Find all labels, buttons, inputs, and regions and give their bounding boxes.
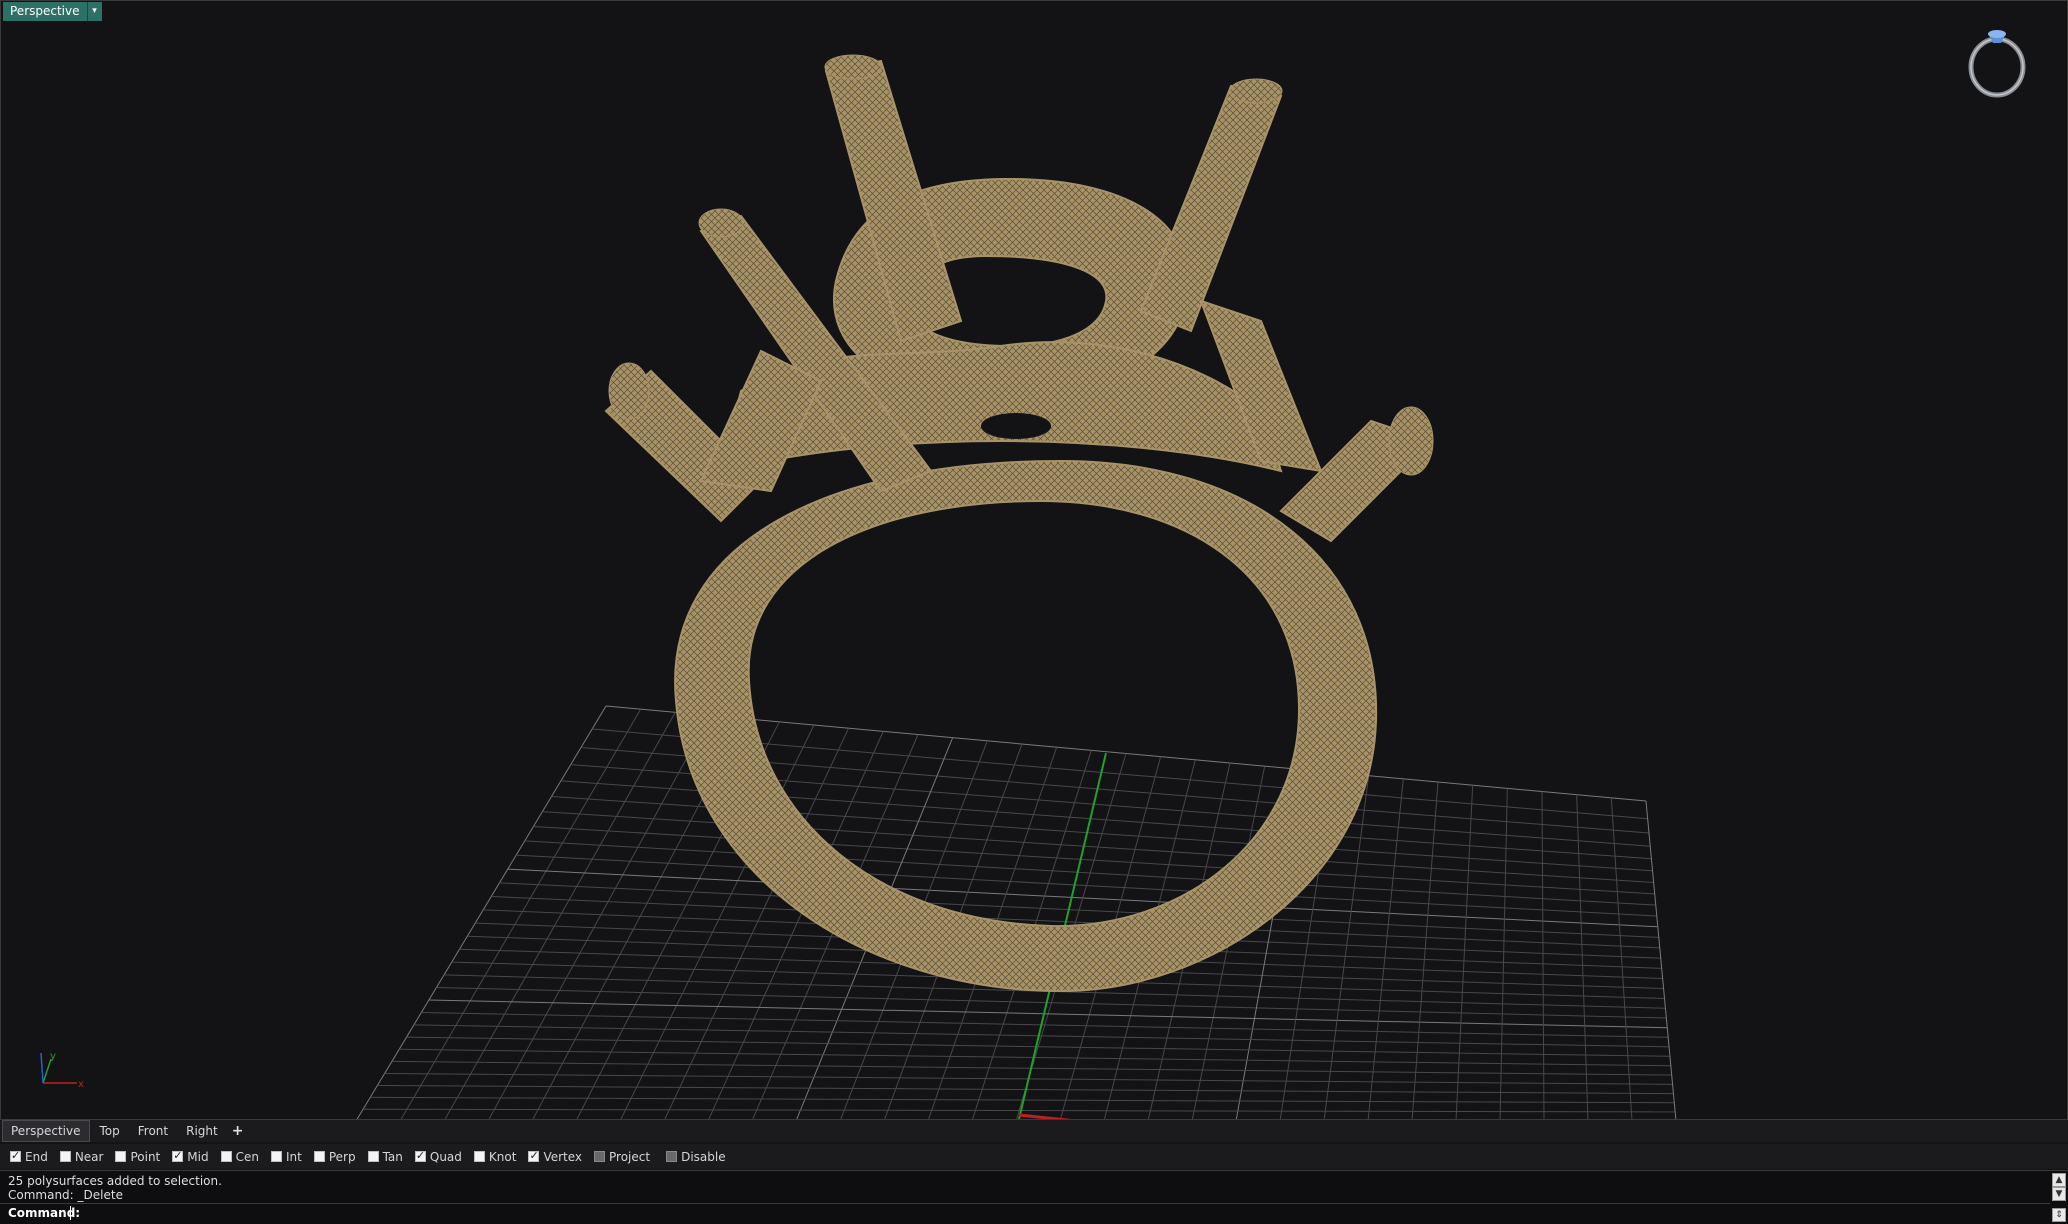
osnap-cen[interactable]: Cen: [220, 1149, 259, 1164]
osnap-quad-checkbox[interactable]: [414, 1149, 426, 1162]
osnap-tan-label: Tan: [382, 1149, 403, 1164]
osnap-disable[interactable]: Disable: [666, 1150, 726, 1164]
command-history-line: 25 polysurfaces added to selection.: [8, 1174, 222, 1188]
osnap-int-label: Int: [285, 1149, 302, 1164]
command-input[interactable]: [70, 1206, 2031, 1220]
osnap-mid[interactable]: Mid: [172, 1149, 209, 1164]
osnap-knot-checkbox[interactable]: [473, 1151, 485, 1162]
grid-line: [1455, 785, 1474, 1119]
osnap-point-label: Point: [130, 1149, 161, 1164]
add-viewport-tab-icon[interactable]: +: [226, 1123, 250, 1139]
osnap-vertex[interactable]: Vertex: [528, 1149, 583, 1164]
osnap-tan[interactable]: Tan: [367, 1149, 403, 1164]
command-history-line: Command: _Delete: [8, 1188, 123, 1202]
osnap-cen-label: Cen: [235, 1149, 259, 1164]
osnap-near[interactable]: Near: [59, 1149, 104, 1164]
osnap-quad-label: Quad: [429, 1149, 462, 1164]
command-scroll-icon[interactable]: ⇕: [2052, 1208, 2066, 1222]
x-axis-label: x: [78, 1079, 84, 1089]
viewport-name[interactable]: Perspective: [3, 2, 87, 21]
viewport-menu-icon[interactable]: ▾: [86, 2, 102, 21]
osnap-knot[interactable]: Knot: [473, 1149, 517, 1164]
osnap-cen-checkbox[interactable]: [220, 1151, 232, 1162]
tab-perspective[interactable]: Perspective: [2, 1120, 90, 1142]
osnap-disable-checkbox[interactable]: [666, 1151, 678, 1162]
osnap-vertex-label: Vertex: [543, 1149, 583, 1164]
osnap-perp-checkbox[interactable]: [313, 1151, 325, 1162]
osnap-project[interactable]: Project: [594, 1150, 650, 1164]
command-input-row: Command:: [0, 1203, 2050, 1224]
grid-line: [421, 1011, 1669, 1038]
osnap-project-checkbox[interactable]: [594, 1151, 606, 1162]
grid-line: [1499, 788, 1508, 1119]
grid-line: [1576, 794, 1589, 1119]
osnap-point-checkbox[interactable]: [115, 1151, 127, 1162]
grid-line: [1367, 778, 1404, 1119]
osnap-perp-label: Perp: [328, 1149, 356, 1164]
scroll-up-icon[interactable]: ▲: [2052, 1173, 2066, 1187]
osnap-int-checkbox[interactable]: [270, 1151, 282, 1162]
osnap-end-label: End: [25, 1149, 48, 1164]
tab-right[interactable]: Right: [178, 1121, 226, 1141]
osnap-perp[interactable]: Perp: [313, 1149, 356, 1164]
viewport-tabs: Perspective Top Front Right +: [0, 1120, 2068, 1142]
osnap-near-label: Near: [74, 1149, 104, 1164]
grid-line: [1411, 781, 1439, 1119]
osnap-near-checkbox[interactable]: [59, 1151, 71, 1162]
construction-grid: [356, 705, 1677, 1119]
tab-top[interactable]: Top: [92, 1121, 128, 1141]
viewport-title[interactable]: Perspective ▾: [3, 2, 102, 21]
osnap-end[interactable]: End: [10, 1149, 48, 1164]
scene-3d[interactable]: [1, 1, 2068, 1120]
perspective-viewport[interactable]: Perspective ▾ x y: [0, 0, 2068, 1120]
osnap-knot-label: Knot: [488, 1149, 517, 1164]
command-area: 25 polysurfaces added to selection. Comm…: [0, 1170, 2068, 1224]
tab-front[interactable]: Front: [130, 1121, 176, 1141]
osnap-quad[interactable]: Quad: [414, 1149, 462, 1164]
osnap-int[interactable]: Int: [270, 1149, 302, 1164]
osnap-disable-label: Disable: [681, 1149, 726, 1164]
grid-line: [1541, 791, 1545, 1119]
osnap-point[interactable]: Point: [115, 1150, 160, 1164]
osnap-mid-checkbox[interactable]: [172, 1149, 184, 1162]
world-axes-icon: x y: [40, 1051, 84, 1089]
osnap-tan-checkbox[interactable]: [367, 1151, 379, 1162]
osnap-vertex-checkbox[interactable]: [528, 1149, 540, 1162]
ring-model[interactable]: [604, 54, 1434, 993]
y-axis-label: y: [50, 1051, 56, 1062]
grid-line: [1645, 800, 1677, 1119]
osnap-project-label: Project: [609, 1149, 651, 1164]
ring-preview-icon[interactable]: [1965, 23, 2029, 99]
grid-line: [1610, 797, 1633, 1119]
osnap-bar: End Near Point Mid Cen Int Perp Tan Quad…: [0, 1144, 2068, 1169]
scroll-down-icon[interactable]: ▼: [2052, 1187, 2066, 1201]
osnap-mid-label: Mid: [187, 1149, 209, 1164]
osnap-end-checkbox[interactable]: [10, 1149, 21, 1162]
